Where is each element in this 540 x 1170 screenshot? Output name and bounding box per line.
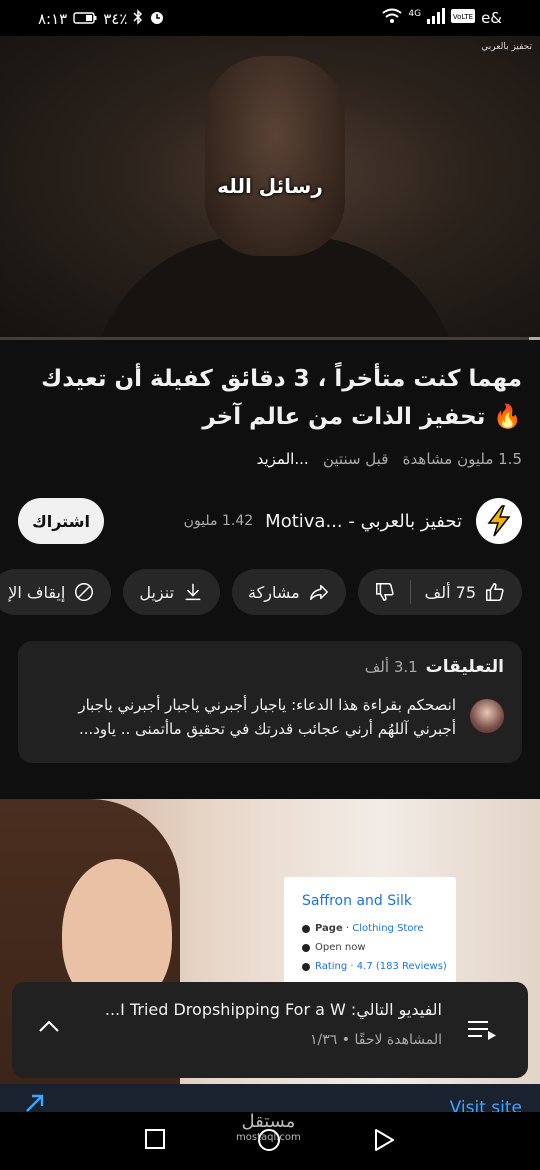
alarm-icon — [149, 9, 165, 29]
chevron-up-icon[interactable] — [38, 1018, 60, 1037]
ad-business-card: Saffron and Silk Page · Clothing Store O… — [284, 877, 456, 997]
up-next-sub: المشاهدة لاحقًا • ١/٣٦ — [310, 1032, 442, 1048]
subscriber-count: 1.42 مليون — [183, 513, 254, 529]
video-frame-person — [205, 56, 345, 256]
comments-header: التعليقات 3.1 ألف — [365, 657, 504, 677]
recents-button[interactable] — [144, 1128, 166, 1154]
watermark-text: مستقل — [241, 1111, 296, 1132]
channel-row: تحفيز بالعربي - ...Motiva 1.42 مليون اشت… — [18, 496, 522, 546]
bluetooth-icon — [133, 9, 143, 29]
up-next-playlist: المشاهدة لاحقًا — [354, 1032, 442, 1048]
channel-avatar[interactable] — [476, 498, 522, 544]
share-button[interactable]: مشاركة — [232, 569, 346, 615]
like-dislike-chip: 75 ألف — [357, 569, 522, 615]
playlist-queue-icon[interactable] — [466, 1018, 498, 1044]
clock-icon — [302, 943, 310, 952]
up-next-title: I Tried Dropshipping For a W... — [104, 1000, 346, 1019]
more-link[interactable]: ...المزيد — [257, 450, 309, 468]
share-icon — [309, 584, 328, 601]
signal-icon — [427, 8, 446, 28]
watermark-sub: mostaql.com — [236, 1132, 301, 1143]
video-caption: رسائل الله — [217, 174, 323, 198]
ad-page-line: Page · Clothing Store — [302, 923, 456, 934]
video-channel-watermark: تحفيز بالعربي — [481, 42, 532, 52]
download-label: تنزيل — [139, 582, 175, 602]
network-type: 4G — [408, 9, 422, 19]
block-icon — [75, 583, 94, 601]
up-next-line: الفيديو التالي: I Tried Dropshipping For… — [105, 1000, 442, 1019]
comments-count: 3.1 ألف — [364, 658, 418, 676]
star-icon — [302, 962, 310, 971]
ad-business-name: Saffron and Silk — [302, 893, 413, 909]
external-link-icon — [24, 1092, 46, 1114]
comments-label: التعليقات — [425, 657, 504, 677]
volte-icon: VoLTE — [451, 9, 476, 27]
view-count: 1.5 مليون مشاهدة — [402, 450, 522, 468]
triangle-icon — [375, 1129, 394, 1151]
video-player[interactable]: رسائل الله تحفيز بالعربي — [0, 36, 540, 338]
ad-page-prefix: Page — [315, 923, 343, 934]
like-button[interactable]: 75 ألف — [425, 581, 506, 603]
thumbs-down-icon — [375, 583, 394, 601]
dislike-button[interactable] — [374, 581, 396, 603]
upload-age: قبل سنتين — [322, 450, 389, 468]
ad-page-type: Clothing Store — [352, 923, 424, 934]
divider — [409, 580, 411, 604]
ad-rating-line: Rating · 4.7 (183 Reviews) — [302, 961, 456, 972]
download-button[interactable]: تنزيل — [123, 569, 221, 615]
clock: ٨:١٣ — [38, 10, 68, 28]
video-meta[interactable]: 1.5 مليون مشاهدة قبل سنتين ...المزيد — [20, 450, 522, 468]
video-progress-fill — [529, 337, 540, 340]
square-icon — [145, 1129, 165, 1149]
up-next-bar[interactable]: الفيديو التالي: I Tried Dropshipping For… — [12, 982, 528, 1078]
ad-rating: Rating · 4.7 (183 Reviews) — [315, 961, 447, 972]
video-title[interactable]: مهما كنت متأخراً ، 3 دقائق كفيلة أن تعيد… — [20, 360, 522, 436]
thumbs-up-icon — [486, 583, 504, 601]
top-comment-text: انصحكم بقراءة هذا الدعاء: ياجبار أجبرني … — [78, 696, 456, 738]
battery-level: ٣٤٪ — [103, 10, 128, 28]
watermark: مستقل mostaql.com — [236, 1111, 301, 1146]
ad-open-line: Open now — [302, 942, 456, 953]
up-next-label: الفيديو التالي: — [350, 1000, 442, 1019]
comments-panel[interactable]: التعليقات 3.1 ألف انصحكم بقراءة هذا الدعا… — [18, 641, 522, 763]
pause-label: إيقاف الإ — [8, 582, 66, 602]
action-bar: 75 ألف مشاركة تنزيل إيقاف الإ — [0, 569, 522, 615]
download-icon — [185, 583, 201, 601]
like-count: 75 ألف — [424, 582, 476, 602]
video-progress-bar[interactable] — [0, 337, 540, 340]
pause-history-button[interactable]: إيقاف الإ — [0, 569, 112, 615]
share-label: مشاركة — [248, 582, 300, 602]
subscribe-button[interactable]: اشتراك — [18, 498, 104, 544]
up-next-position: ١/٣٦ — [310, 1032, 338, 1048]
info-icon — [302, 924, 310, 933]
channel-name[interactable]: تحفيز بالعربي - ...Motiva — [265, 511, 462, 532]
carrier-name: e& — [481, 9, 502, 27]
ad-open-status: Open now — [315, 942, 366, 953]
lightning-icon — [487, 505, 511, 537]
wifi-icon — [382, 8, 402, 28]
svg-text:VoLTE: VoLTE — [453, 13, 473, 21]
status-bar: ٨:١٣ ٣٤٪ 4G VoLTE e& — [0, 0, 540, 36]
ad-visit-strip[interactable]: Visit site — [0, 1084, 540, 1114]
commenter-avatar — [470, 699, 504, 733]
battery-icon — [73, 10, 97, 28]
back-button[interactable] — [373, 1128, 395, 1156]
